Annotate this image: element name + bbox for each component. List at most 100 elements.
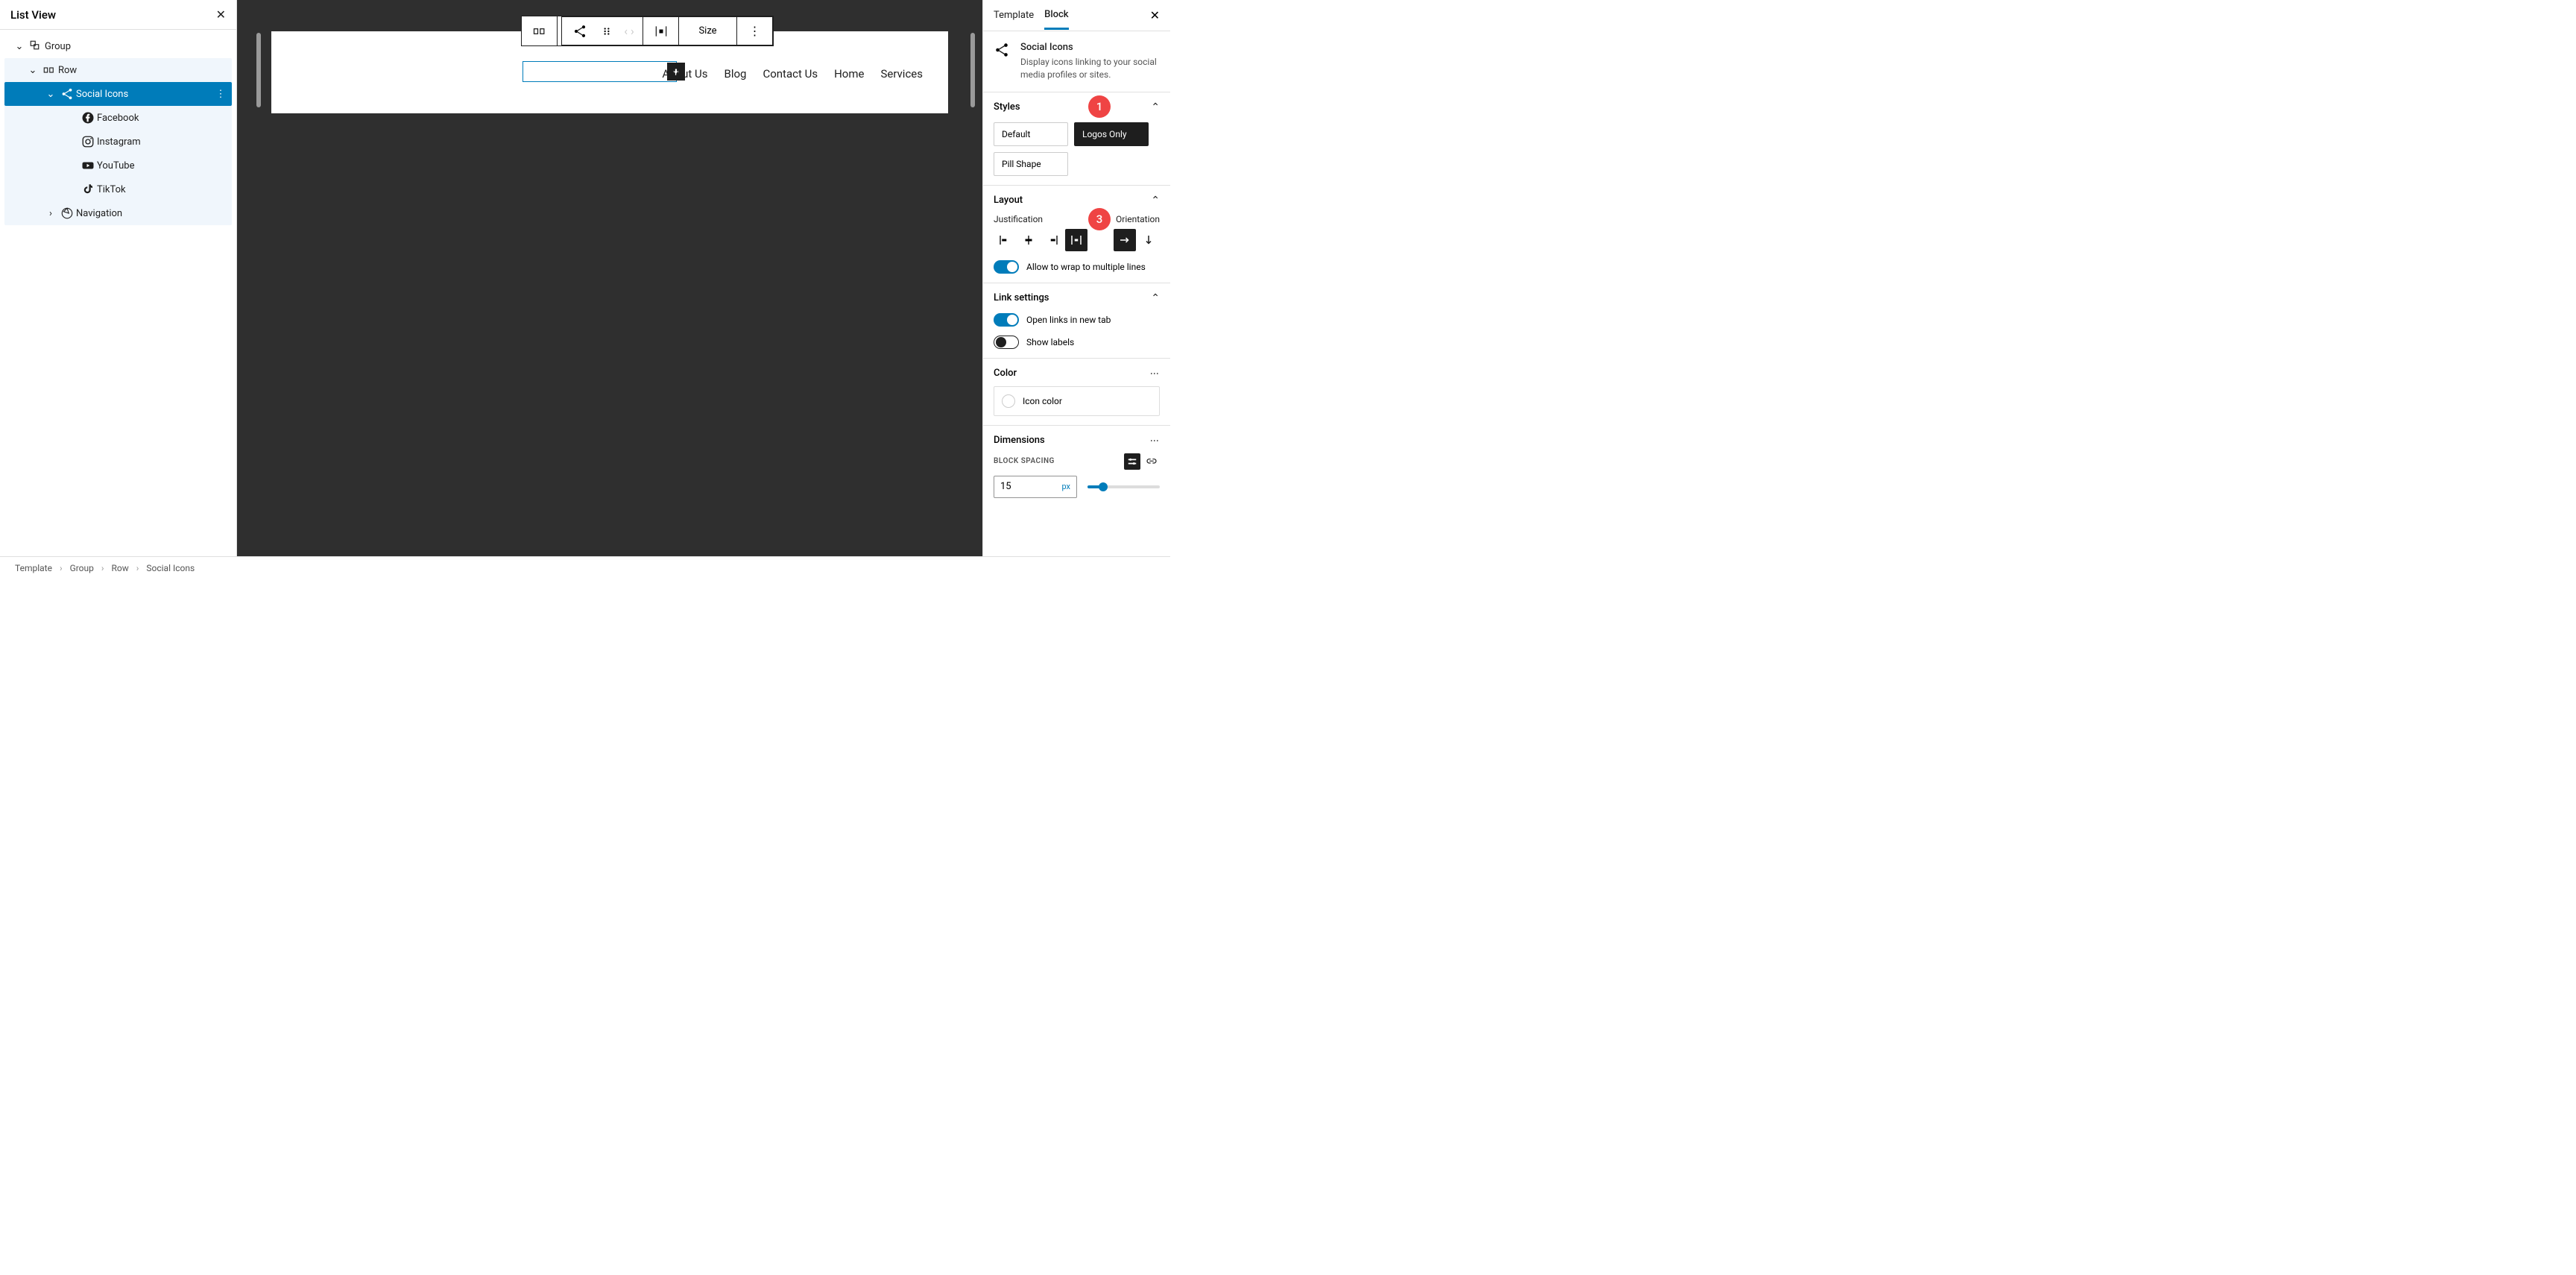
- tree-label: TikTok: [97, 184, 232, 195]
- chevron-up-icon: [1151, 195, 1160, 207]
- tree-item-group[interactable]: ⌄ Group: [4, 34, 232, 58]
- nav-link[interactable]: Contact Us: [763, 67, 818, 81]
- tree-item-social-icons[interactable]: ⌄ Social Icons ⋮: [4, 82, 232, 106]
- youtube-icon: [79, 159, 97, 172]
- layout-header[interactable]: Layout: [994, 195, 1160, 207]
- canvas-scrollbar-left[interactable]: [256, 33, 261, 107]
- orientation-label: Orientation: [1116, 214, 1160, 224]
- section-title: Link settings: [994, 292, 1049, 303]
- more-options-icon[interactable]: ⋮: [1149, 369, 1160, 377]
- style-pill-shape-button[interactable]: Pill Shape: [994, 152, 1068, 176]
- styles-header[interactable]: Styles: [994, 101, 1160, 113]
- chevron-down-icon: ⌄: [12, 41, 27, 52]
- section-title: Layout: [994, 195, 1023, 206]
- breadcrumb-item[interactable]: Row: [112, 563, 129, 573]
- section-title: Dimensions: [994, 435, 1045, 446]
- chevron-down-icon: ⌄: [43, 89, 58, 100]
- block-description: Display icons linking to your social med…: [1020, 56, 1160, 81]
- block-spacing-input[interactable]: 15 px: [994, 476, 1077, 498]
- toolbar-justify-button[interactable]: [643, 17, 678, 45]
- more-options-icon[interactable]: ⋮: [1149, 436, 1160, 444]
- link-settings-section: Link settings 4 Open links in new tab Sh…: [983, 283, 1170, 359]
- wrap-label: Allow to wrap to multiple lines: [1026, 262, 1146, 272]
- close-list-view-button[interactable]: ✕: [216, 7, 226, 22]
- nav-link[interactable]: Blog: [724, 67, 746, 81]
- selected-social-icons-block[interactable]: +: [523, 61, 677, 82]
- row-icon: [40, 63, 58, 77]
- icon-color-label: Icon color: [1023, 396, 1062, 406]
- nav-link[interactable]: About Us: [662, 67, 707, 81]
- style-logos-only-button[interactable]: Logos Only: [1074, 122, 1149, 146]
- tree-label: Navigation: [76, 208, 232, 219]
- list-view-title: List View: [10, 8, 56, 22]
- justify-left-button[interactable]: [994, 229, 1016, 251]
- show-labels-toggle[interactable]: [994, 336, 1019, 349]
- block-spacing-slider[interactable]: [1087, 485, 1160, 488]
- tree-label: Group: [45, 41, 232, 52]
- tree-label: Row: [58, 65, 232, 76]
- toolbar-size-button[interactable]: Size: [678, 17, 736, 45]
- breadcrumb-item[interactable]: Template: [15, 563, 52, 573]
- link-sides-button[interactable]: [1143, 453, 1160, 470]
- toolbar-move-buttons[interactable]: ‹ ›: [616, 17, 643, 45]
- toolbar-drag-handle[interactable]: [598, 17, 616, 45]
- color-swatch: [1002, 394, 1015, 408]
- tree-item-instagram[interactable]: Instagram: [4, 130, 232, 154]
- chevron-up-icon: [1151, 101, 1160, 113]
- block-tree: ⌄ Group ⌄ Row ⌄ Social Icons ⋮: [0, 30, 236, 556]
- tree-label: Social Icons: [76, 89, 209, 100]
- color-section: Color ⋮ 5 Icon color: [983, 359, 1170, 426]
- chevron-down-icon: ⌄: [25, 65, 40, 76]
- justify-right-button[interactable]: [1041, 229, 1064, 251]
- tree-item-navigation[interactable]: › Navigation: [4, 201, 232, 225]
- nav-link[interactable]: Home: [834, 67, 864, 81]
- tiktok-icon: [79, 183, 97, 196]
- canvas-header-block[interactable]: ‹ › Size ⋮ + About Us Blog Contact Us Ho…: [271, 31, 948, 113]
- dimensions-section: Dimensions ⋮ BLOCK SPACING 6 15 px: [983, 426, 1170, 507]
- annotation-badge-3: 3: [1088, 208, 1111, 230]
- toolbar-block-type-button[interactable]: [562, 17, 598, 45]
- tree-item-row[interactable]: ⌄ Row: [4, 58, 232, 82]
- chevron-up-icon: [1151, 292, 1160, 304]
- tree-item-facebook[interactable]: Facebook: [4, 106, 232, 130]
- tree-item-youtube[interactable]: YouTube: [4, 154, 232, 177]
- spacing-unit-button[interactable]: px: [1061, 482, 1070, 491]
- justify-center-button[interactable]: [1017, 229, 1040, 251]
- orientation-horizontal-button[interactable]: [1114, 229, 1136, 251]
- color-header[interactable]: Color ⋮: [994, 368, 1160, 379]
- annotation-badge-1: 1: [1088, 95, 1111, 118]
- block-toolbar: ‹ › Size ⋮: [521, 16, 774, 46]
- tree-label: Facebook: [97, 113, 232, 124]
- icon-color-button[interactable]: Icon color: [994, 386, 1160, 416]
- group-icon: [27, 40, 45, 53]
- tab-block[interactable]: Block: [1044, 1, 1068, 30]
- share-icon: [58, 87, 76, 101]
- tree-item-tiktok[interactable]: TikTok: [4, 177, 232, 201]
- justify-space-between-button[interactable]: [1065, 229, 1087, 251]
- orientation-vertical-button[interactable]: [1137, 229, 1160, 251]
- link-settings-header[interactable]: Link settings: [994, 292, 1160, 304]
- instagram-icon: [79, 135, 97, 148]
- justification-label: Justification: [994, 214, 1043, 224]
- breadcrumb-item[interactable]: Group: [70, 563, 94, 573]
- canvas-scrollbar-right[interactable]: [970, 33, 975, 107]
- layout-section: Layout Justification Orientation 2 3: [983, 186, 1170, 283]
- settings-panel: Template Block ✕ Social Icons Display ic…: [982, 0, 1170, 556]
- chevron-right-icon: ›: [43, 208, 58, 219]
- toolbar-parent-row-button[interactable]: [522, 16, 558, 45]
- editor-canvas[interactable]: ‹ › Size ⋮ + About Us Blog Contact Us Ho…: [237, 0, 982, 556]
- custom-size-button[interactable]: [1124, 453, 1140, 470]
- toolbar-more-button[interactable]: ⋮: [736, 17, 772, 45]
- close-settings-button[interactable]: ✕: [1150, 8, 1160, 22]
- more-options-icon[interactable]: ⋮: [209, 89, 232, 100]
- dimensions-header[interactable]: Dimensions ⋮: [994, 435, 1160, 446]
- tab-template[interactable]: Template: [994, 2, 1034, 28]
- facebook-icon: [79, 111, 97, 125]
- section-title: Color: [994, 368, 1017, 379]
- wrap-toggle[interactable]: [994, 260, 1019, 274]
- block-spacing-label: BLOCK SPACING: [994, 457, 1055, 465]
- style-default-button[interactable]: Default: [994, 122, 1068, 146]
- breadcrumb-item[interactable]: Social Icons: [146, 563, 195, 573]
- nav-link[interactable]: Services: [880, 67, 923, 81]
- open-new-tab-toggle[interactable]: [994, 313, 1019, 327]
